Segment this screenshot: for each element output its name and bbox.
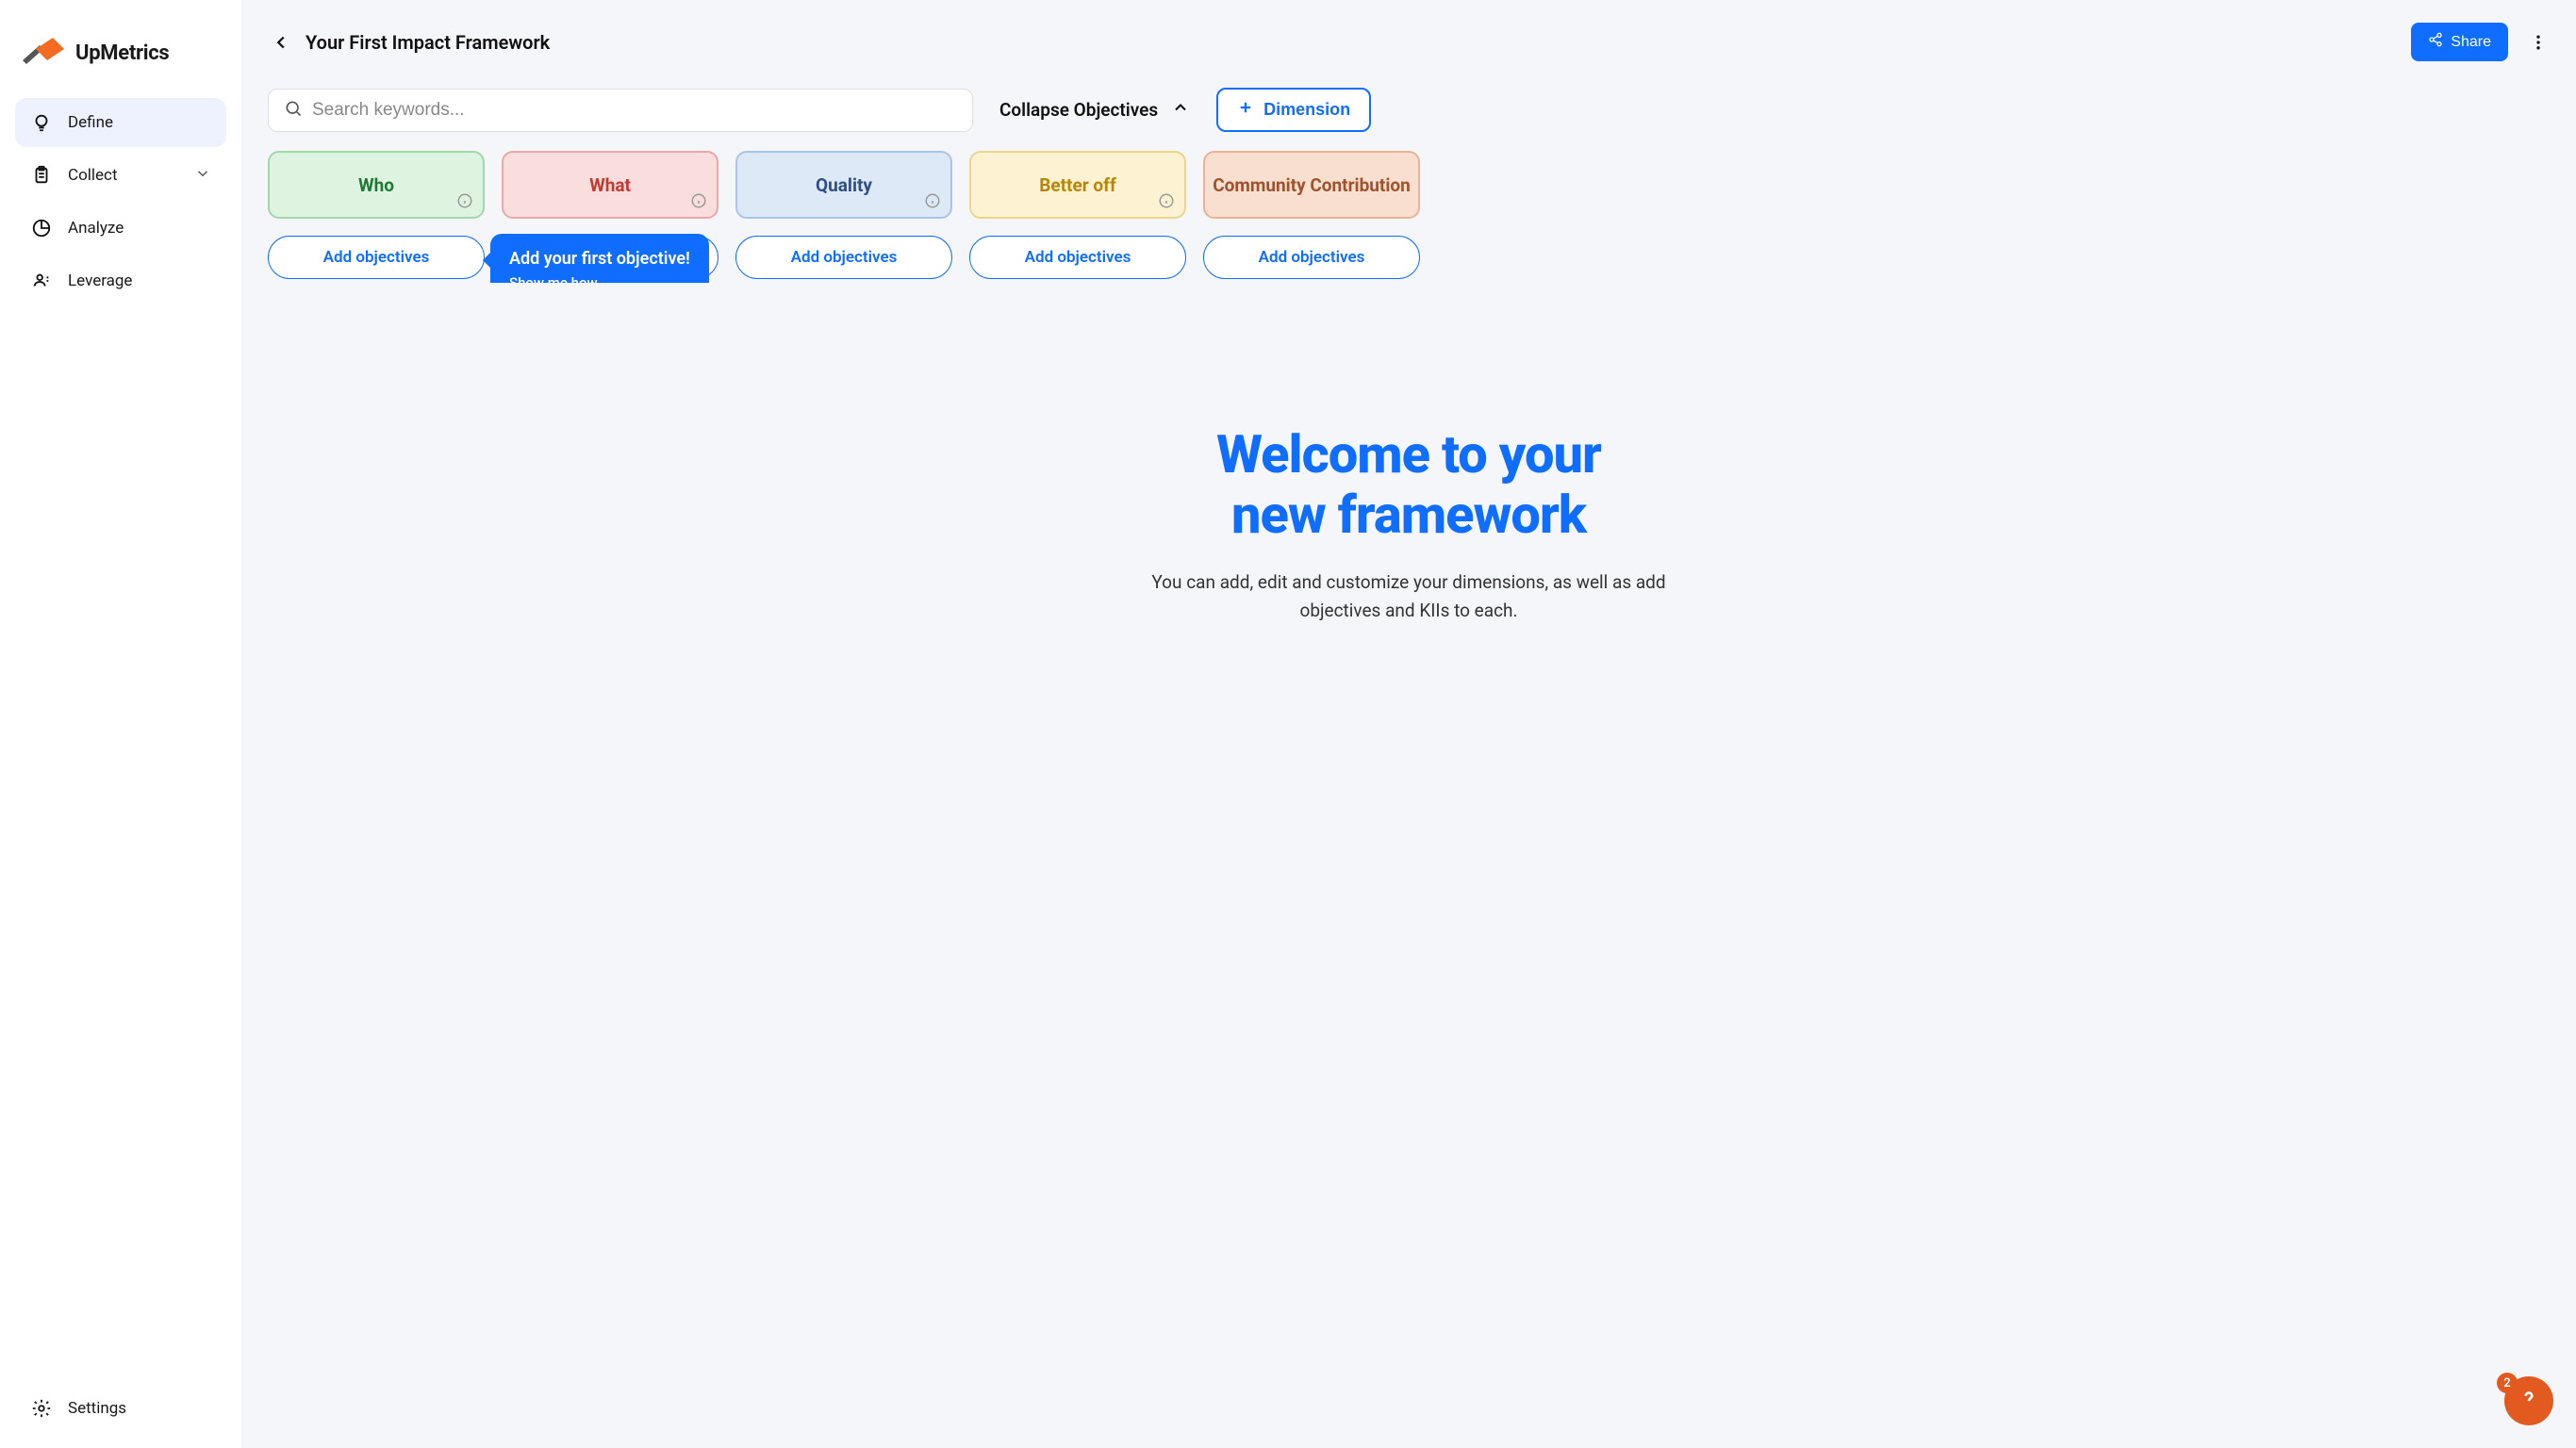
chevron-down-icon bbox=[194, 165, 211, 187]
dimension-card-community[interactable]: Community Contribution bbox=[1203, 151, 1420, 219]
help-badge: 2 bbox=[2497, 1373, 2518, 1393]
info-icon[interactable] bbox=[1158, 192, 1175, 209]
dimension-label: Community Contribution bbox=[1213, 174, 1411, 196]
chart-icon bbox=[30, 217, 53, 239]
share-icon bbox=[2428, 32, 2443, 52]
dimension-column-who: Who Add objectives bbox=[268, 151, 485, 279]
question-icon bbox=[2517, 1387, 2541, 1415]
dimension-label: What bbox=[589, 174, 631, 196]
dimension-column-better-off: Better off Add objectives bbox=[969, 151, 1186, 279]
toolbar: Collapse Objectives Dimension bbox=[241, 61, 2576, 147]
share-button[interactable]: Share bbox=[2411, 23, 2508, 61]
sidebar: UpMetrics Define Collect bbox=[0, 0, 241, 1448]
add-objectives-button[interactable]: Add objectives bbox=[969, 236, 1186, 279]
welcome-subtext: You can add, edit and customize your dim… bbox=[1145, 568, 1673, 626]
dimension-column-quality: Quality Add objectives bbox=[735, 151, 952, 279]
dimension-column-what: What Add objectives Add your first objec… bbox=[502, 151, 718, 279]
dimension-label: Better off bbox=[1039, 174, 1116, 196]
page-title: Your First Impact Framework bbox=[305, 31, 550, 54]
share-label: Share bbox=[2451, 34, 2491, 51]
logo-icon bbox=[23, 38, 64, 68]
back-button[interactable] bbox=[268, 29, 294, 56]
dimension-label: Quality bbox=[816, 174, 872, 196]
sidebar-item-settings[interactable]: Settings bbox=[15, 1384, 226, 1433]
main-nav: Define Collect Analyze bbox=[15, 98, 226, 305]
welcome-heading: Welcome to your new framework bbox=[1216, 424, 1601, 546]
add-objectives-button[interactable]: Add objectives bbox=[268, 236, 485, 279]
dimensions-row: Who Add objectives What Add objectives A… bbox=[241, 147, 2576, 283]
info-icon[interactable] bbox=[690, 192, 707, 209]
dimension-card-better-off[interactable]: Better off bbox=[969, 151, 1186, 219]
gear-icon bbox=[30, 1397, 53, 1420]
brand-logo[interactable]: UpMetrics bbox=[15, 15, 226, 98]
dimension-label: Who bbox=[358, 174, 394, 196]
tooltip-title: Add your first objective! bbox=[509, 249, 690, 269]
sidebar-item-label: Settings bbox=[68, 1399, 126, 1418]
info-icon[interactable] bbox=[924, 192, 941, 209]
dimension-label: Dimension bbox=[1263, 100, 1350, 120]
person-card-icon bbox=[30, 270, 53, 292]
sidebar-item-label: Analyze bbox=[68, 219, 124, 238]
welcome-panel: Welcome to your new framework You can ad… bbox=[241, 283, 2576, 1448]
tooltip-link[interactable]: Show me how bbox=[509, 274, 690, 283]
page-header: Your First Impact Framework Share bbox=[241, 0, 2576, 61]
dimension-column-community: Community Contribution Add objectives bbox=[1203, 151, 1420, 279]
sidebar-item-analyze[interactable]: Analyze bbox=[15, 204, 226, 253]
clipboard-icon bbox=[30, 164, 53, 187]
sidebar-item-leverage[interactable]: Leverage bbox=[15, 256, 226, 305]
add-objectives-button[interactable]: Add objectives bbox=[735, 236, 952, 279]
add-objectives-button[interactable]: Add objectives bbox=[1203, 236, 1420, 279]
plus-icon bbox=[1237, 99, 1254, 121]
search-field[interactable] bbox=[268, 89, 973, 132]
sidebar-item-label: Define bbox=[68, 113, 113, 132]
dimension-card-what[interactable]: What bbox=[502, 151, 718, 219]
search-icon bbox=[284, 99, 303, 122]
more-menu-button[interactable] bbox=[2527, 31, 2550, 54]
collapse-objectives-button[interactable]: Collapse Objectives bbox=[999, 98, 1190, 122]
sidebar-item-label: Leverage bbox=[68, 272, 132, 290]
sidebar-item-define[interactable]: Define bbox=[15, 98, 226, 147]
help-fab[interactable]: 2 bbox=[2504, 1376, 2553, 1425]
lightbulb-icon bbox=[30, 111, 53, 134]
collapse-label: Collapse Objectives bbox=[999, 99, 1158, 121]
main-content: Your First Impact Framework Share bbox=[241, 0, 2576, 1448]
sidebar-item-label: Collect bbox=[68, 166, 118, 185]
onboarding-tooltip[interactable]: Add your first objective! Show me how bbox=[490, 234, 709, 283]
sidebar-item-collect[interactable]: Collect bbox=[15, 151, 226, 200]
dimension-card-who[interactable]: Who bbox=[268, 151, 485, 219]
brand-name: UpMetrics bbox=[75, 41, 169, 65]
chevron-up-icon bbox=[1171, 98, 1190, 122]
info-icon[interactable] bbox=[456, 192, 473, 209]
add-dimension-button[interactable]: Dimension bbox=[1216, 88, 1371, 132]
dimension-card-quality[interactable]: Quality bbox=[735, 151, 952, 219]
search-input[interactable] bbox=[312, 100, 957, 121]
